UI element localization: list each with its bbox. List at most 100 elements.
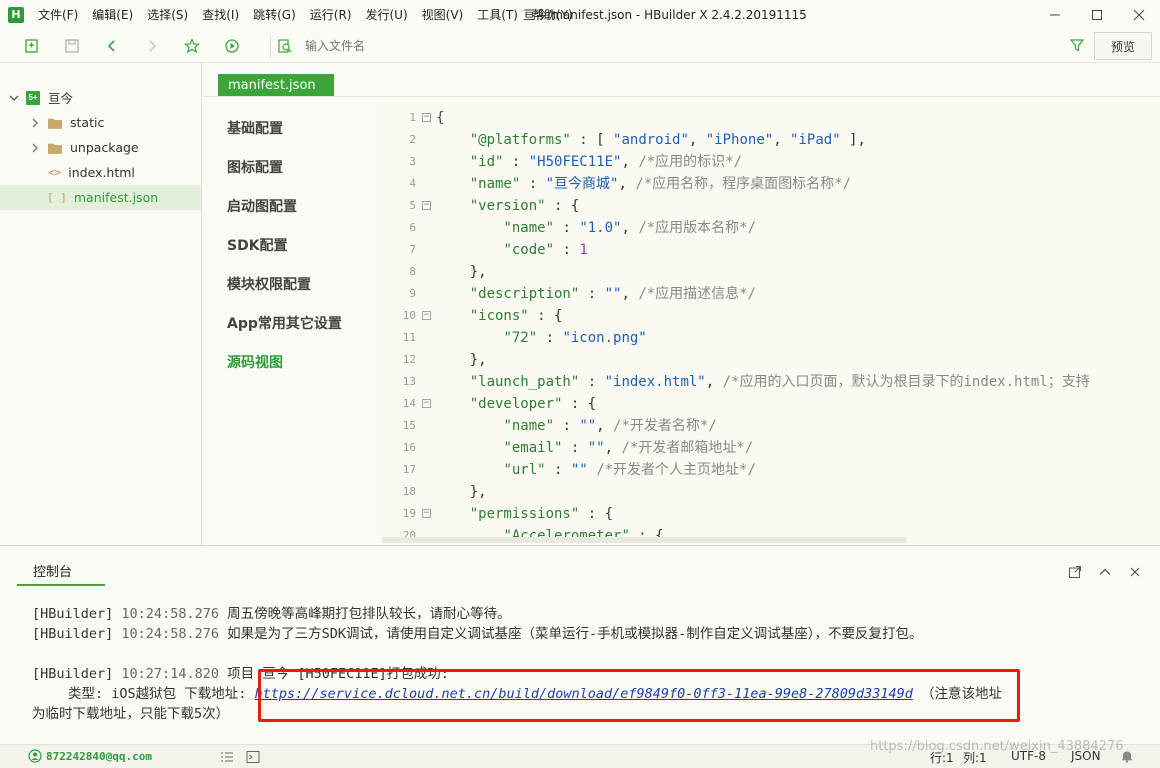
- minimize-icon[interactable]: [1034, 0, 1076, 30]
- config-nav-sdk[interactable]: SDK配置: [227, 235, 288, 255]
- code-text: },: [436, 264, 487, 280]
- fold-toggle-icon[interactable]: −: [422, 399, 431, 408]
- code-line[interactable]: 9 "description" : "", /*应用描述信息*/: [382, 283, 1160, 305]
- editor-horizontal-scrollbar[interactable]: [382, 537, 906, 543]
- maximize-icon[interactable]: [1076, 0, 1118, 30]
- back-icon[interactable]: [92, 30, 132, 62]
- chevron-right-icon[interactable]: [30, 142, 40, 154]
- line-number: 1: [409, 111, 416, 124]
- code-line[interactable]: 4 "name" : "亘今商城", /*应用名称，程序桌面图标名称*/: [382, 173, 1160, 195]
- build-result-line-2: 为临时下载地址，只能下载5次）: [32, 706, 230, 722]
- console-log-line: [HBuilder] 10:24:58.276 如果是为了三方SDK调试，请使用…: [32, 622, 923, 642]
- bell-icon[interactable]: [1120, 749, 1134, 763]
- sidebar-item-static[interactable]: static: [0, 110, 201, 135]
- sidebar-item-manifest-json[interactable]: [ ] manifest.json: [0, 185, 201, 210]
- fold-toggle-icon[interactable]: −: [422, 509, 431, 518]
- user-account[interactable]: 872242840@qq.com: [28, 749, 152, 763]
- config-nav-splash[interactable]: 启动图配置: [227, 196, 297, 216]
- sidebar-item-index-html[interactable]: <> index.html: [0, 160, 201, 185]
- config-nav-source-view[interactable]: 源码视图: [227, 352, 283, 372]
- code-line[interactable]: 1−{: [382, 107, 1160, 129]
- console-log-line: [HBuilder] 10:27:14.820 项目 亘今 [H50FEC11E…: [32, 662, 449, 682]
- menu-item[interactable]: 文件(F): [38, 0, 78, 30]
- code-line[interactable]: 19− "permissions" : {: [382, 503, 1160, 525]
- filter-icon[interactable]: [1069, 38, 1085, 55]
- tab-manifest-json[interactable]: manifest.json: [218, 74, 334, 96]
- menu-item[interactable]: 编辑(E): [92, 0, 133, 30]
- fold-toggle-icon[interactable]: −: [422, 113, 431, 122]
- code-line[interactable]: 14− "developer" : {: [382, 393, 1160, 415]
- file-search-icon: [277, 38, 293, 54]
- terminal-icon[interactable]: [246, 750, 260, 764]
- menu-item[interactable]: 运行(R): [310, 0, 352, 30]
- project-sidebar: 5+ 亘今 static unpackage <> index.html [ ]…: [0, 63, 202, 545]
- menu-item[interactable]: 查找(I): [202, 0, 239, 30]
- star-icon[interactable]: [172, 30, 212, 62]
- close-window-icon[interactable]: [1118, 0, 1160, 30]
- encoding-indicator[interactable]: UTF-8: [1011, 749, 1046, 763]
- menu-item[interactable]: 选择(S): [147, 0, 188, 30]
- code-line[interactable]: 6 "name" : "1.0", /*应用版本名称*/: [382, 217, 1160, 239]
- folder-icon: [48, 142, 62, 154]
- menu-item[interactable]: 视图(V): [422, 0, 464, 30]
- chevron-down-icon[interactable]: [8, 92, 20, 104]
- close-console-icon[interactable]: [1120, 562, 1150, 582]
- code-line[interactable]: 11 "72" : "icon.png": [382, 327, 1160, 349]
- new-file-icon[interactable]: [12, 30, 52, 62]
- log-time: 10:24:58.276: [121, 626, 219, 642]
- config-nav-app-other[interactable]: App常用其它设置: [227, 313, 342, 333]
- build-result-line: 类型: iOS越狱包 下载地址: https://service.dcloud.…: [68, 682, 1002, 702]
- code-line[interactable]: 12 },: [382, 349, 1160, 371]
- tab-console[interactable]: 控制台: [17, 562, 105, 586]
- code-line[interactable]: 10− "icons" : {: [382, 305, 1160, 327]
- code-line[interactable]: 13 "launch_path" : "index.html", /*应用的入口…: [382, 371, 1160, 393]
- manifest-config-nav: 基础配置 图标配置 启动图配置 SDK配置 模块权限配置 App常用其它设置 源…: [204, 100, 380, 544]
- syntax-indicator[interactable]: JSON: [1071, 749, 1101, 763]
- code-line[interactable]: 7 "code" : 1: [382, 239, 1160, 261]
- file-search-input[interactable]: [305, 39, 1005, 53]
- run-icon[interactable]: [212, 30, 252, 62]
- download-link[interactable]: https://service.dcloud.net.cn/build/down…: [255, 686, 913, 702]
- config-nav-basic[interactable]: 基础配置: [227, 118, 283, 138]
- code-line[interactable]: 5− "version" : {: [382, 195, 1160, 217]
- code-line[interactable]: 17 "url" : "" /*开发者个人主页地址*/: [382, 459, 1160, 481]
- fold-toggle-icon[interactable]: −: [422, 311, 431, 320]
- line-number: 5: [409, 199, 416, 212]
- code-text: "url" : "" /*开发者个人主页地址*/: [503, 462, 756, 478]
- code-line[interactable]: 3 "id" : "H50FEC11E", /*应用的标识*/: [382, 151, 1160, 173]
- line-number: 17: [402, 463, 416, 476]
- log-message: 周五傍晚等高峰期打包排队较长，请耐心等待。: [227, 606, 511, 622]
- log-message: 如果是为了三方SDK调试，请使用自定义调试基座（菜单运行-手机或模拟器-制作自定…: [227, 626, 923, 642]
- folder-icon: [48, 117, 62, 129]
- account-email: 872242840@qq.com: [46, 749, 152, 763]
- code-line[interactable]: 2 "@platforms" : [ "android", "iPhone", …: [382, 129, 1160, 151]
- config-nav-icons[interactable]: 图标配置: [227, 157, 283, 177]
- uniapp-project-icon: 5+: [26, 90, 40, 105]
- code-text: {: [436, 110, 445, 126]
- menu-item[interactable]: 工具(T): [477, 0, 518, 30]
- menu-item[interactable]: 跳转(G): [253, 0, 296, 30]
- title-bar: H 文件(F) 编辑(E) 选择(S) 查找(I) 跳转(G) 运行(R) 发行(U) 视图(…: [0, 0, 1160, 30]
- code-editor[interactable]: 1−{2 "@platforms" : [ "android", "iPhone…: [382, 97, 1160, 543]
- project-root-row[interactable]: 5+ 亘今: [0, 85, 201, 110]
- save-icon[interactable]: [52, 30, 92, 62]
- log-time: 10:27:14.820: [121, 666, 219, 682]
- config-nav-module-permissions[interactable]: 模块权限配置: [227, 274, 311, 294]
- sidebar-item-unpackage[interactable]: unpackage: [0, 135, 201, 160]
- chevron-right-icon[interactable]: [30, 117, 40, 129]
- code-line[interactable]: 8 },: [382, 261, 1160, 283]
- list-icon[interactable]: [220, 750, 234, 764]
- open-external-icon[interactable]: [1060, 562, 1090, 582]
- code-text: "email" : "", /*开发者邮箱地址*/: [503, 440, 754, 456]
- menu-item[interactable]: 帮助(Y): [532, 0, 573, 30]
- menu-item[interactable]: 发行(U): [366, 0, 408, 30]
- code-line[interactable]: 18 },: [382, 481, 1160, 503]
- fold-toggle-icon[interactable]: −: [422, 201, 431, 210]
- project-name: 亘今: [48, 91, 74, 106]
- code-line[interactable]: 15 "name" : "", /*开发者名称*/: [382, 415, 1160, 437]
- code-line[interactable]: 16 "email" : "", /*开发者邮箱地址*/: [382, 437, 1160, 459]
- preview-button[interactable]: 预览: [1094, 32, 1152, 60]
- sidebar-item-label: static: [70, 115, 105, 130]
- forward-icon[interactable]: [132, 30, 172, 62]
- chevron-up-icon[interactable]: [1090, 562, 1120, 582]
